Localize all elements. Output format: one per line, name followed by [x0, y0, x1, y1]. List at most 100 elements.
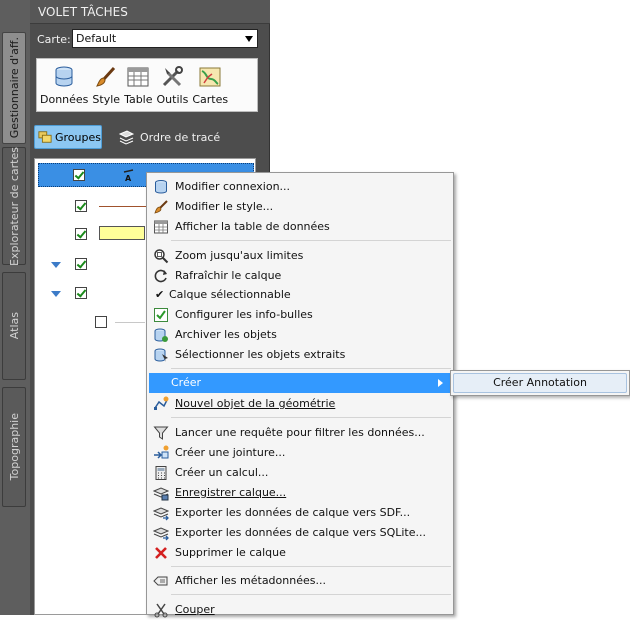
menu-item-label: Archiver les objets: [175, 328, 277, 341]
menu-item-export-sdf[interactable]: Exporter les données de calque vers SDF.…: [149, 503, 451, 523]
tool-table[interactable]: Table: [124, 65, 153, 111]
join-icon: [154, 445, 169, 459]
menu-item-configure-tooltips[interactable]: Configurer les info-bulles: [149, 305, 451, 325]
tab-label: Explorateur de cartes: [7, 146, 21, 266]
new-geometry-icon: [154, 396, 169, 410]
expand-triangle-icon[interactable]: [51, 291, 61, 297]
menu-item-label: Configurer les info-bulles: [175, 308, 313, 321]
select-extracted-icon: [154, 348, 168, 362]
tools-icon: [163, 66, 184, 87]
menu-item-create[interactable]: Créer: [149, 373, 451, 393]
line-style-swatch: [115, 322, 145, 323]
tool-label: Style: [92, 93, 121, 106]
menu-item-save-layer[interactable]: Enregistrer calque...: [149, 483, 451, 503]
tab-gestionnaire[interactable]: Gestionnaire d'aff.: [2, 32, 26, 144]
menu-item-label: Sélectionner les objets extraits: [175, 348, 346, 361]
menu-item-label: Rafraîchir le calque: [175, 269, 282, 282]
tab-label: Atlas: [7, 312, 21, 340]
polygon-style-swatch: [99, 226, 145, 240]
menu-item-label: Couper: [175, 603, 215, 616]
table-icon: [127, 67, 149, 87]
groups-label: Groupes: [55, 130, 101, 144]
menu-item-label: Calque sélectionnable: [169, 288, 291, 301]
brush-icon: [154, 200, 168, 214]
menu-item-refresh-layer[interactable]: Rafraîchir le calque: [149, 266, 451, 286]
menu-item-label: Supprimer le calque: [175, 546, 286, 559]
tool-data[interactable]: Données: [40, 65, 88, 111]
export-sqlite-icon: [153, 527, 169, 541]
draw-order-button[interactable]: Ordre de tracé: [118, 125, 220, 149]
menu-item-label: Créer une jointure...: [175, 446, 286, 459]
groups-icon: [38, 131, 52, 143]
context-menu: Modifier connexion... Modifier le style.…: [146, 172, 454, 618]
tool-style[interactable]: Style: [92, 65, 120, 111]
calculator-icon: [155, 466, 167, 480]
menu-separator: [171, 417, 451, 418]
annotation-layer-icon: A: [123, 169, 134, 182]
menu-item-delete-layer[interactable]: Supprimer le calque: [149, 543, 451, 563]
menu-separator: [171, 566, 451, 567]
menu-item-label: Nouvel objet de la géométrie: [175, 397, 336, 410]
toolbox: Données Style Table Outils Cartes: [36, 58, 258, 112]
menu-item-run-filter-query[interactable]: Lancer une requête pour filtrer les donn…: [149, 423, 451, 443]
group-visibility-checkbox[interactable]: [75, 258, 87, 270]
menu-item-show-metadata[interactable]: Afficher les métadonnées...: [149, 571, 451, 591]
map-select[interactable]: Default: [72, 29, 258, 48]
menu-item-show-data-table[interactable]: Afficher la table de données: [149, 217, 451, 237]
save-layer-icon: [153, 487, 169, 501]
groups-button[interactable]: Groupes: [34, 125, 102, 149]
tab-topographie[interactable]: Topographie: [2, 387, 26, 507]
tab-explorateur[interactable]: Explorateur de cartes: [2, 147, 26, 265]
menu-item-select-extracted[interactable]: Sélectionner les objets extraits: [149, 345, 451, 365]
expand-triangle-icon[interactable]: [51, 262, 61, 268]
maps-icon: [199, 67, 221, 87]
menu-item-label: Exporter les données de calque vers SQLi…: [175, 526, 426, 539]
layer-visibility-checkbox[interactable]: [95, 316, 107, 328]
archive-icon: [154, 328, 168, 342]
tool-label: Cartes: [192, 93, 229, 106]
menu-item-label: Créer un calcul...: [175, 466, 269, 479]
map-label: Carte:: [37, 33, 71, 46]
menu-separator: [171, 240, 451, 241]
cut-icon: [154, 603, 168, 618]
tool-tools[interactable]: Outils: [157, 65, 188, 111]
filter-icon: [153, 426, 169, 440]
menu-item-create-join[interactable]: Créer une jointure...: [149, 443, 451, 463]
check-icon: ✔: [155, 288, 165, 301]
tool-label: Données: [40, 93, 89, 106]
menu-item-label: Exporter les données de calque vers SDF.…: [175, 506, 411, 519]
draw-order-icon: [118, 130, 134, 145]
menu-item-modify-style[interactable]: Modifier le style...: [149, 197, 451, 217]
menu-item-selectable-layer[interactable]: ✔ Calque sélectionnable: [149, 285, 451, 305]
menu-item-create-annotation[interactable]: Créer Annotation: [453, 373, 627, 393]
vertical-tab-strip: Gestionnaire d'aff. Explorateur de carte…: [0, 0, 30, 615]
menu-separator: [171, 594, 451, 595]
group-visibility-checkbox[interactable]: [75, 287, 87, 299]
layer-visibility-checkbox[interactable]: [75, 228, 87, 240]
zoom-extents-icon: [154, 249, 169, 264]
connection-icon: [155, 180, 167, 194]
layer-visibility-checkbox[interactable]: [75, 200, 87, 212]
tool-label: Table: [124, 93, 153, 106]
tool-maps[interactable]: Cartes: [192, 65, 228, 111]
refresh-icon: [154, 269, 167, 283]
menu-item-new-geometry[interactable]: Nouvel objet de la géométrie: [149, 394, 451, 414]
brush-icon: [96, 66, 116, 87]
layer-visibility-checkbox[interactable]: [73, 169, 85, 181]
menu-item-modify-connection[interactable]: Modifier connexion...: [149, 177, 451, 197]
pane-title: VOLET TÂCHES: [30, 0, 270, 24]
menu-item-zoom-extents[interactable]: Zoom jusqu'aux limites: [149, 246, 451, 266]
menu-item-archive-objects[interactable]: Archiver les objets: [149, 325, 451, 345]
database-icon: [55, 66, 73, 87]
create-submenu: Créer Annotation: [450, 370, 630, 396]
tab-label: Topographie: [7, 413, 21, 481]
tab-atlas[interactable]: Atlas: [2, 272, 26, 380]
menu-item-export-sqlite[interactable]: Exporter les données de calque vers SQLi…: [149, 523, 451, 543]
draw-order-label: Ordre de tracé: [140, 130, 221, 144]
menu-separator: [171, 368, 451, 369]
menu-item-cut[interactable]: Couper: [149, 600, 451, 620]
menu-item-create-calculation[interactable]: Créer un calcul...: [149, 463, 451, 483]
map-select-value: Default: [76, 32, 117, 45]
metadata-icon: [153, 576, 168, 586]
menu-item-label: Modifier le style...: [175, 200, 274, 213]
